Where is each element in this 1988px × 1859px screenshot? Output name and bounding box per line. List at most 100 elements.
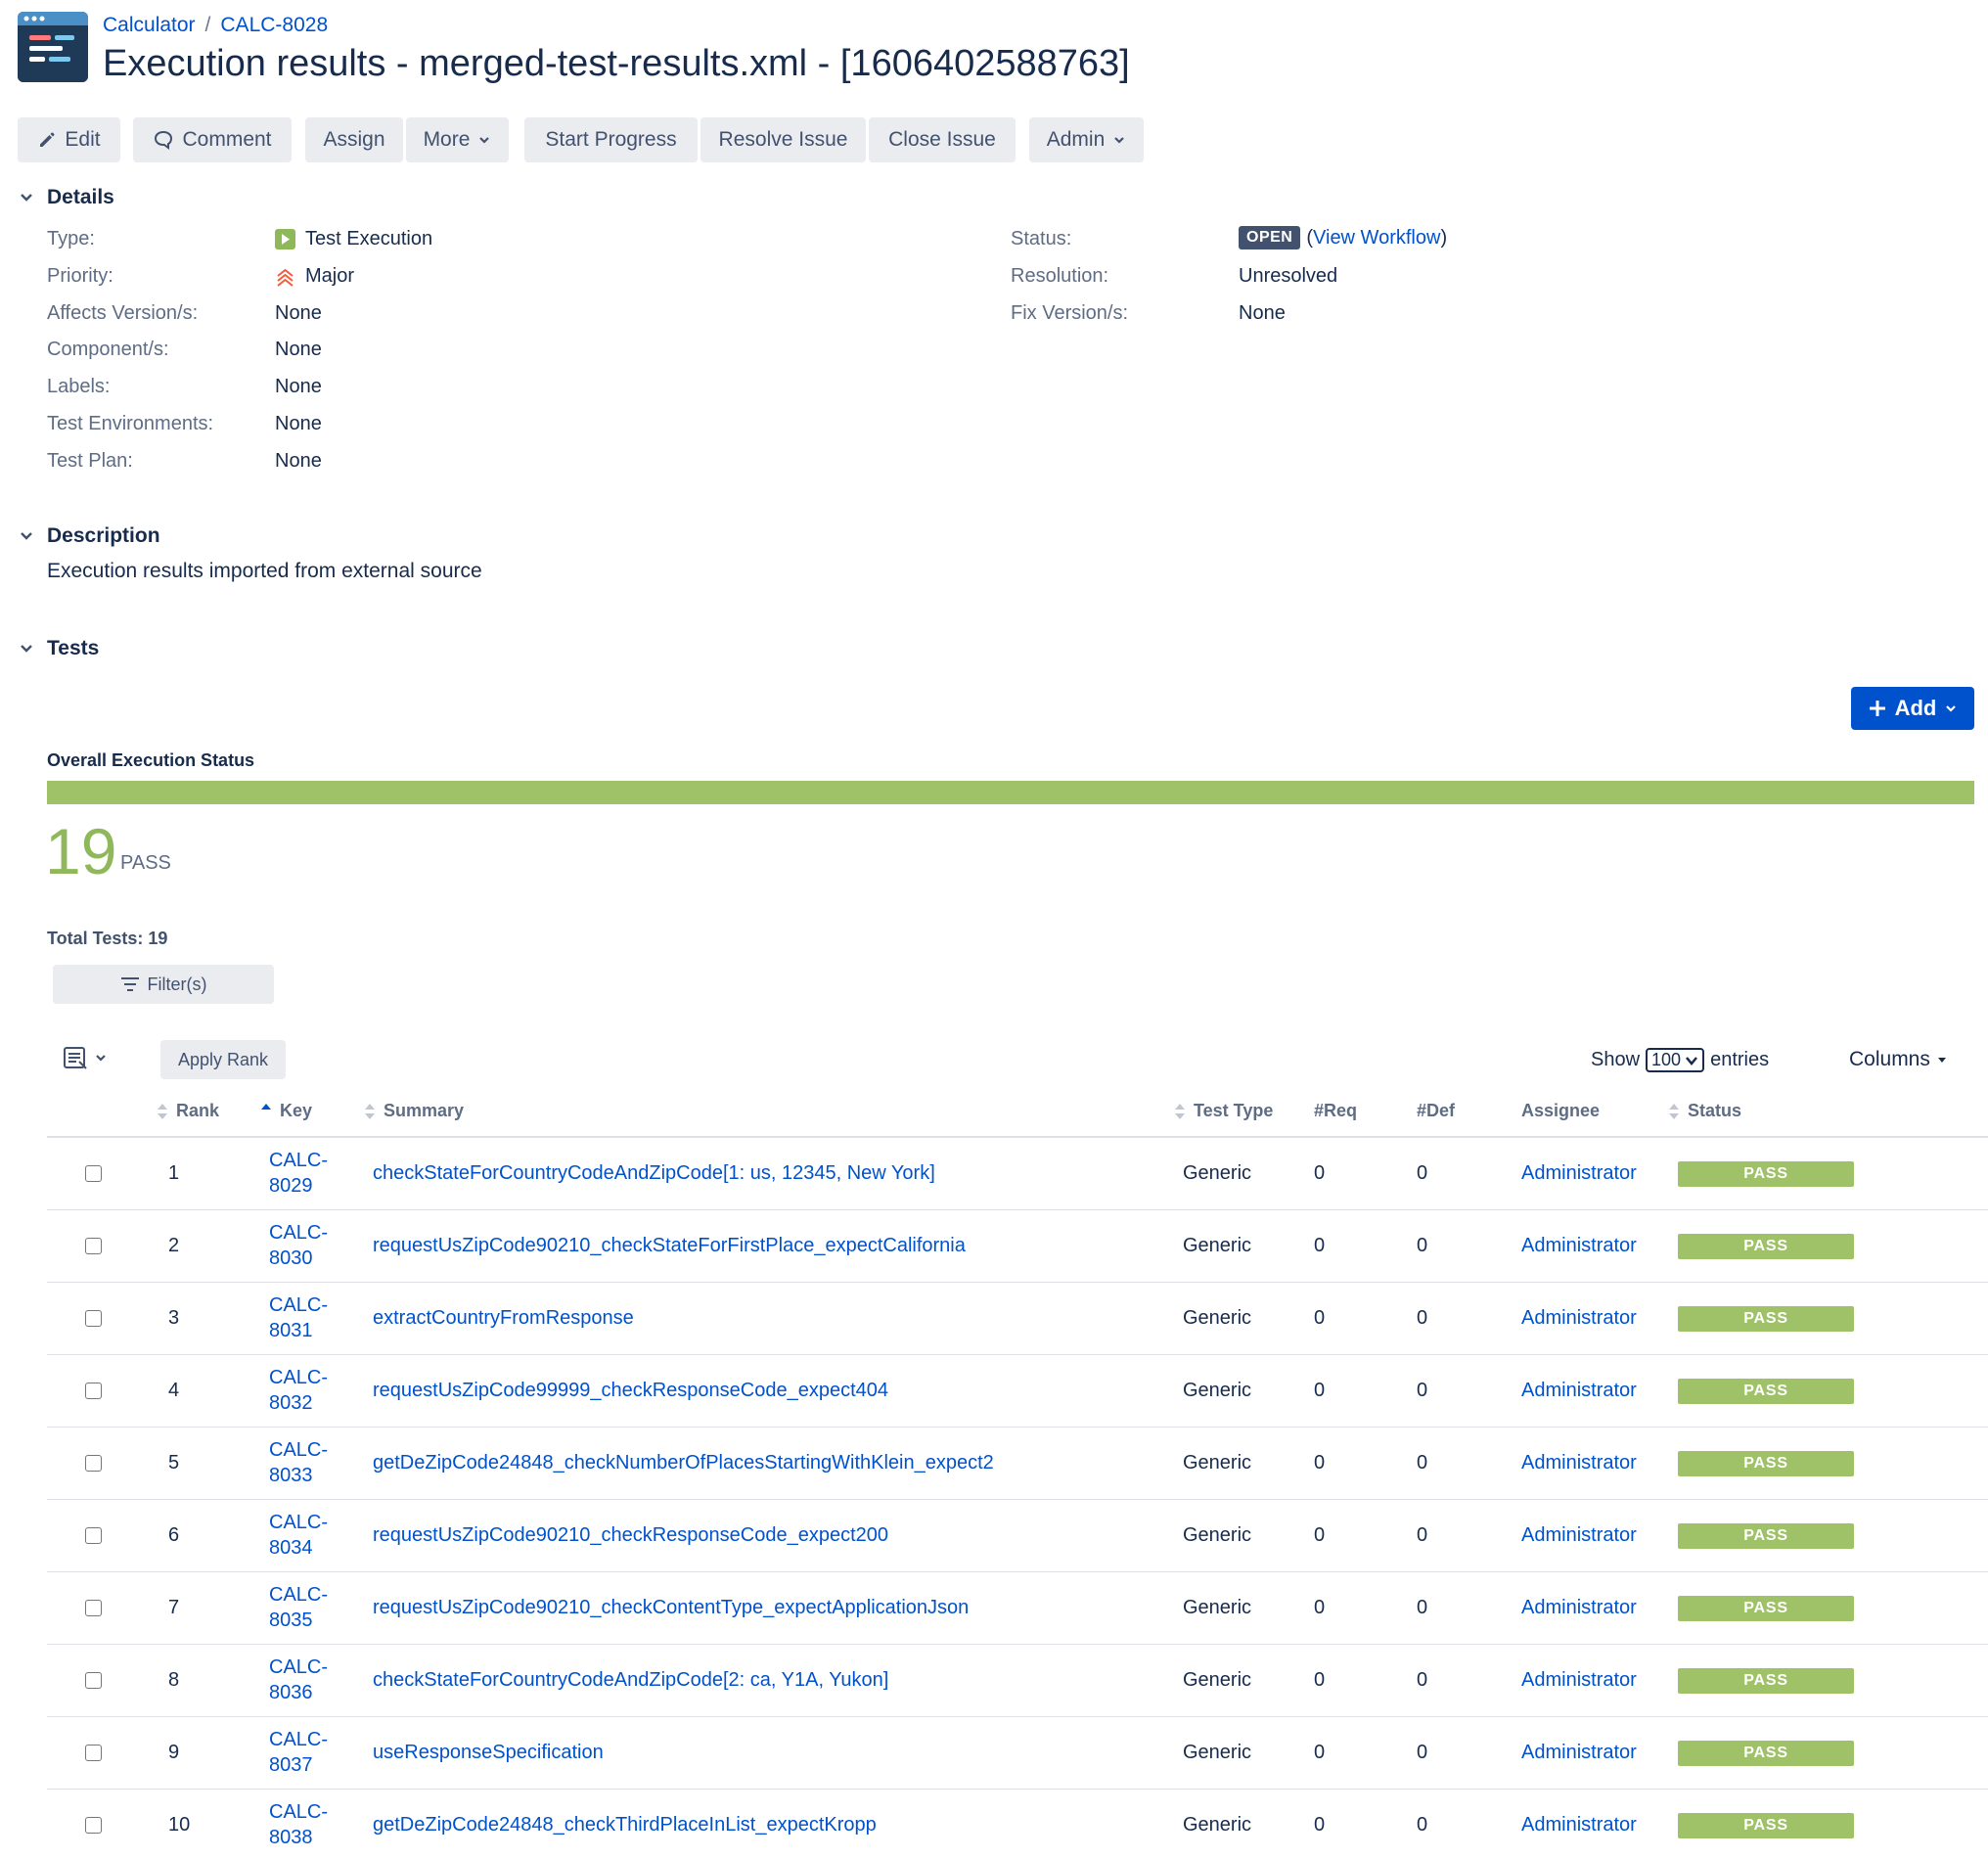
row-summary-link[interactable]: requestUsZipCode99999_checkResponseCode_… [373, 1380, 888, 1402]
row-checkbox[interactable] [85, 1383, 102, 1399]
row-checkbox[interactable] [85, 1817, 102, 1834]
column-header-rank[interactable]: Rank [157, 1101, 219, 1121]
resolve-issue-label: Resolve Issue [718, 128, 848, 151]
chevron-down-icon [21, 532, 32, 540]
list-view-icon [64, 1047, 87, 1069]
column-header-key[interactable]: Key [260, 1101, 312, 1121]
row-key-number: 8035 [269, 1610, 313, 1631]
row-key-number: 8032 [269, 1392, 313, 1414]
row-summary-link[interactable]: requestUsZipCode90210_checkContentType_e… [373, 1597, 969, 1619]
row-key-link[interactable]: CALC- 8032 [269, 1365, 328, 1416]
row-checkbox[interactable] [85, 1672, 102, 1689]
row-assignee-link[interactable]: Administrator [1521, 1814, 1637, 1836]
filter-button[interactable]: Filter(s) [53, 965, 274, 1004]
admin-button[interactable]: Admin [1029, 117, 1144, 162]
column-header-test-type[interactable]: Test Type [1174, 1101, 1273, 1121]
assign-button[interactable]: Assign [305, 117, 403, 162]
row-assignee-link[interactable]: Administrator [1521, 1669, 1637, 1692]
row-checkbox[interactable] [85, 1600, 102, 1616]
apply-rank-button[interactable]: Apply Rank [160, 1040, 286, 1079]
description-section-toggle[interactable]: Description [18, 524, 160, 548]
row-key-prefix: CALC- [269, 1512, 329, 1533]
add-label: Add [1894, 696, 1937, 720]
column-header-test-type-label: Test Type [1194, 1101, 1274, 1120]
row-status-badge: PASS [1678, 1596, 1854, 1621]
row-summary-link[interactable]: checkStateForCountryCodeAndZipCode[1: us… [373, 1162, 935, 1185]
row-key-prefix: CALC- [269, 1439, 329, 1461]
admin-label: Admin [1046, 128, 1106, 151]
row-checkbox[interactable] [85, 1165, 102, 1182]
view-workflow-link[interactable]: View Workflow [1313, 227, 1440, 249]
breadcrumb-issue-link[interactable]: CALC-8028 [220, 14, 328, 37]
row-summary-link[interactable]: useResponseSpecification [373, 1742, 604, 1764]
comment-button[interactable]: Comment [133, 117, 292, 162]
status-label: Status: [1011, 228, 1072, 249]
row-summary-link[interactable]: requestUsZipCode90210_checkStateForFirst… [373, 1235, 966, 1257]
row-key-link[interactable]: CALC- 8033 [269, 1437, 328, 1488]
test-plan-value: None [275, 450, 322, 472]
row-assignee-link[interactable]: Administrator [1521, 1380, 1637, 1402]
row-summary-link[interactable]: getDeZipCode24848_checkThirdPlaceInList_… [373, 1814, 877, 1836]
details-section-toggle[interactable]: Details [18, 186, 114, 209]
row-key-link[interactable]: CALC- 8034 [269, 1510, 328, 1561]
add-button[interactable]: Add [1851, 687, 1974, 730]
row-key-link[interactable]: CALC- 8036 [269, 1655, 328, 1705]
row-assignee-link[interactable]: Administrator [1521, 1524, 1637, 1547]
row-checkbox[interactable] [85, 1745, 102, 1761]
row-key-link[interactable]: CALC- 8035 [269, 1582, 328, 1633]
row-key-link[interactable]: CALC- 8038 [269, 1799, 328, 1850]
row-key-link[interactable]: CALC- 8037 [269, 1727, 328, 1778]
column-header-status[interactable]: Status [1668, 1101, 1741, 1121]
row-rank: 8 [168, 1669, 180, 1691]
row-assignee-link[interactable]: Administrator [1521, 1162, 1637, 1185]
row-assignee-link[interactable]: Administrator [1521, 1307, 1637, 1330]
column-header-summary[interactable]: Summary [364, 1101, 464, 1121]
row-checkbox[interactable] [85, 1238, 102, 1254]
more-button[interactable]: More [406, 117, 509, 162]
columns-button[interactable]: Columns [1849, 1048, 1948, 1071]
chevron-down-icon [21, 194, 32, 202]
row-summary-link[interactable]: getDeZipCode24848_checkNumberOfPlacesSta… [373, 1452, 994, 1474]
entries-per-page-select[interactable]: 100 [1646, 1048, 1705, 1072]
type-label: Type: [47, 228, 95, 249]
row-checkbox[interactable] [85, 1310, 102, 1327]
tests-section-toggle[interactable]: Tests [18, 637, 99, 660]
plus-icon [1869, 701, 1885, 716]
row-checkbox[interactable] [85, 1455, 102, 1472]
row-assignee-link[interactable]: Administrator [1521, 1597, 1637, 1619]
project-avatar-icon[interactable] [18, 12, 88, 82]
row-key-prefix: CALC- [269, 1656, 329, 1678]
row-def-count: 0 [1417, 1452, 1428, 1474]
list-view-toggle[interactable] [63, 1045, 108, 1070]
row-key-link[interactable]: CALC- 8030 [269, 1220, 328, 1271]
start-progress-button[interactable]: Start Progress [524, 117, 698, 162]
close-issue-button[interactable]: Close Issue [869, 117, 1016, 162]
breadcrumb-project-link[interactable]: Calculator [103, 14, 196, 37]
row-rank: 1 [168, 1162, 180, 1184]
breadcrumb: Calculator / CALC-8028 [103, 14, 328, 37]
row-assignee-link[interactable]: Administrator [1521, 1742, 1637, 1764]
row-summary-link[interactable]: requestUsZipCode90210_checkResponseCode_… [373, 1524, 888, 1547]
row-summary-link[interactable]: checkStateForCountryCodeAndZipCode[2: ca… [373, 1669, 888, 1692]
column-header-summary-label: Summary [384, 1101, 465, 1120]
row-status-badge: PASS [1678, 1379, 1854, 1404]
row-summary-link[interactable]: extractCountryFromResponse [373, 1307, 634, 1330]
row-key-link[interactable]: CALC- 8031 [269, 1292, 328, 1343]
edit-button[interactable]: Edit [18, 117, 120, 162]
row-def-count: 0 [1417, 1597, 1428, 1618]
row-def-count: 0 [1417, 1524, 1428, 1546]
row-assignee-link[interactable]: Administrator [1521, 1235, 1637, 1257]
row-key-prefix: CALC- [269, 1367, 329, 1388]
row-key-link[interactable]: CALC- 8029 [269, 1148, 328, 1199]
chevron-down-icon [1686, 1056, 1698, 1066]
row-test-type: Generic [1183, 1597, 1252, 1618]
row-checkbox[interactable] [85, 1527, 102, 1544]
execution-progress-bar [47, 781, 1974, 804]
resolve-issue-button[interactable]: Resolve Issue [700, 117, 866, 162]
more-label: More [423, 128, 471, 151]
row-req-count: 0 [1314, 1669, 1326, 1691]
fix-version-value: None [1239, 302, 1286, 324]
row-status-badge: PASS [1678, 1306, 1854, 1332]
row-test-type: Generic [1183, 1380, 1252, 1401]
row-assignee-link[interactable]: Administrator [1521, 1452, 1637, 1474]
